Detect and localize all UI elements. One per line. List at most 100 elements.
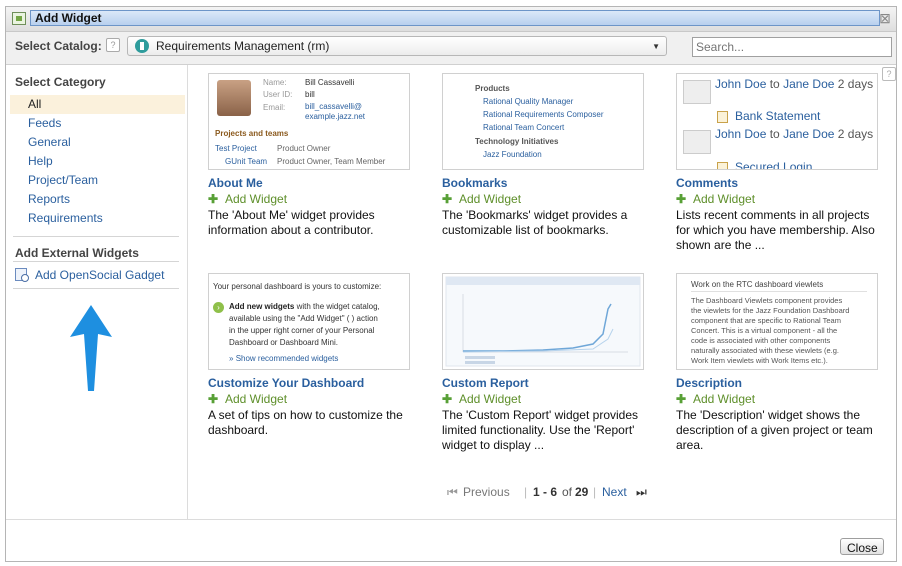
footer-divider [6, 519, 896, 520]
annotation-arrow-icon [70, 305, 112, 391]
projects-heading: Projects and teams [215, 129, 289, 138]
comment-to: to [769, 77, 780, 91]
category-reports[interactable]: Reports [10, 190, 185, 209]
comment-recipient: Jane Doe [783, 127, 835, 141]
avatar [217, 80, 251, 116]
catalog-bar: Select Catalog: ? Requirements Managemen… [6, 32, 896, 65]
add-widget-label: Add Widget [459, 192, 522, 206]
divider [13, 236, 179, 237]
pager-divider: | [593, 485, 597, 499]
tip-line: available using the "Add Widget" ( ) act… [229, 314, 378, 323]
products-heading: Products [475, 84, 510, 93]
tech-heading: Technology Initiatives [475, 137, 559, 146]
add-widget-button-bookmarks[interactable]: ✚ Add Widget [442, 192, 521, 206]
select-category-heading: Select Category [15, 75, 106, 89]
tip-bold: Add new widgets [229, 302, 295, 311]
catalog-label: Select Catalog: [15, 39, 102, 53]
close-icon[interactable]: ⊠ [878, 11, 892, 25]
widget-catalog: Name: Bill Cassavelli User ID: bill Emai… [188, 65, 896, 519]
plus-icon: ✚ [442, 192, 453, 206]
category-requirements[interactable]: Requirements [10, 209, 185, 228]
category-general[interactable]: General [10, 133, 185, 152]
email-value: bill_cassavelli@ [305, 102, 363, 111]
widget-title-bookmarks[interactable]: Bookmarks [442, 176, 507, 190]
page-range: 1 - 6 [533, 485, 558, 499]
category-all[interactable]: All [10, 95, 185, 114]
widget-preview: John Doe to Jane Doe 2 days Bank Stateme… [676, 73, 878, 170]
description-line: code is associated with other components [691, 336, 831, 345]
add-widget-button-about-me[interactable]: ✚ Add Widget [208, 192, 287, 206]
bookmark-link: Rational Quality Manager [483, 97, 574, 106]
comment-time: 2 days [837, 127, 874, 141]
bookmark-link: Rational Team Concert [483, 123, 565, 132]
project-role: Product Owner [277, 144, 331, 153]
divider [13, 288, 179, 289]
add-widget-button-customize-dashboard[interactable]: ✚ Add Widget [208, 392, 287, 406]
gadget-icon [15, 268, 29, 282]
widget-description: The 'Bookmarks' widget provides a custom… [442, 208, 628, 237]
dialog-title: Add Widget [30, 10, 880, 26]
description-heading: Work on the RTC dashboard viewlets [691, 280, 824, 289]
comment-time: 2 days [837, 77, 874, 91]
tip-text: with the widget catalog, [296, 302, 380, 311]
help-icon[interactable]: ? [106, 38, 120, 52]
add-widget-button-custom-report[interactable]: ✚ Add Widget [442, 392, 521, 406]
divider [691, 291, 867, 292]
tips-intro: Your personal dashboard is yours to cust… [213, 282, 382, 291]
previous-button[interactable]: Previous [463, 485, 510, 499]
add-widget-label: Add Widget [693, 392, 756, 406]
expand-chevron-icon: » [229, 354, 234, 363]
widget-description: The 'Custom Report' widget provides limi… [442, 408, 639, 452]
tip-line: Dashboard or Dashboard Mini. [229, 338, 338, 347]
comment-line: John Doe to Jane Doe 2 days [715, 77, 873, 91]
plus-icon: ✚ [208, 392, 219, 406]
divider [13, 261, 179, 262]
pager-divider: | [524, 485, 528, 499]
name-value: Bill Cassavelli [305, 78, 355, 87]
close-button[interactable]: Close [840, 538, 884, 555]
userid-value: bill [305, 90, 315, 99]
add-widget-button-comments[interactable]: ✚ Add Widget [676, 192, 755, 206]
add-widget-label: Add Widget [693, 192, 756, 206]
add-widget-label: Add Widget [225, 392, 288, 406]
add-widget-dialog: Add Widget ⊠ Select Catalog: ? Requireme… [5, 6, 897, 562]
external-widgets-heading: Add External Widgets [15, 246, 139, 260]
gadget-label: Add OpenSocial Gadget [35, 268, 165, 282]
page-total: 29 [575, 485, 589, 499]
category-feeds[interactable]: Feeds [10, 114, 185, 133]
comment-item: Bank Statement [735, 109, 821, 123]
widget-preview [442, 273, 644, 370]
search-input[interactable] [692, 37, 892, 57]
tip-line: Add new widgets with the widget catalog, [229, 302, 380, 311]
catalog-select[interactable]: Requirements Management (rm) ▼ [127, 36, 667, 56]
team-link: GUnit Team [225, 157, 268, 166]
first-page-icon[interactable]: ⏮ [447, 485, 458, 500]
description-line: the viewlets for the Jazz Foundation Das… [691, 306, 850, 315]
category-help[interactable]: Help [10, 152, 185, 171]
widget-title-comments[interactable]: Comments [676, 176, 738, 190]
widget-description: The 'Description' widget shows the descr… [676, 408, 873, 452]
last-page-icon[interactable]: ⏭ [636, 485, 647, 500]
userid-label: User ID: [263, 90, 293, 99]
widget-icon [12, 12, 26, 25]
name-label: Name: [263, 78, 287, 87]
description-line: naturally associated with these viewlets… [691, 346, 839, 355]
avatar [683, 80, 711, 104]
widget-title-description[interactable]: Description [676, 376, 742, 390]
plus-icon: ✚ [676, 192, 687, 206]
widget-title-customize-dashboard[interactable]: Customize Your Dashboard [208, 376, 364, 390]
description-line: component that are specific to Rational … [691, 316, 841, 325]
title-bar[interactable]: Add Widget ⊠ [6, 7, 896, 32]
add-widget-button-description[interactable]: ✚ Add Widget [676, 392, 755, 406]
avatar [683, 130, 711, 154]
next-button[interactable]: Next [602, 485, 627, 499]
page-of: of [562, 485, 573, 499]
widget-title-about-me[interactable]: About Me [208, 176, 263, 190]
add-opensocial-gadget-link[interactable]: Add OpenSocial Gadget [13, 266, 183, 284]
category-project-team[interactable]: Project/Team [10, 171, 185, 190]
widget-title-custom-report[interactable]: Custom Report [442, 376, 529, 390]
widget-preview: Work on the RTC dashboard viewlets The D… [676, 273, 878, 370]
widget-preview: Products Rational Quality Manager Ration… [442, 73, 644, 170]
widget-description: A set of tips on how to customize the da… [208, 408, 403, 437]
widget-preview: Name: Bill Cassavelli User ID: bill Emai… [208, 73, 410, 170]
